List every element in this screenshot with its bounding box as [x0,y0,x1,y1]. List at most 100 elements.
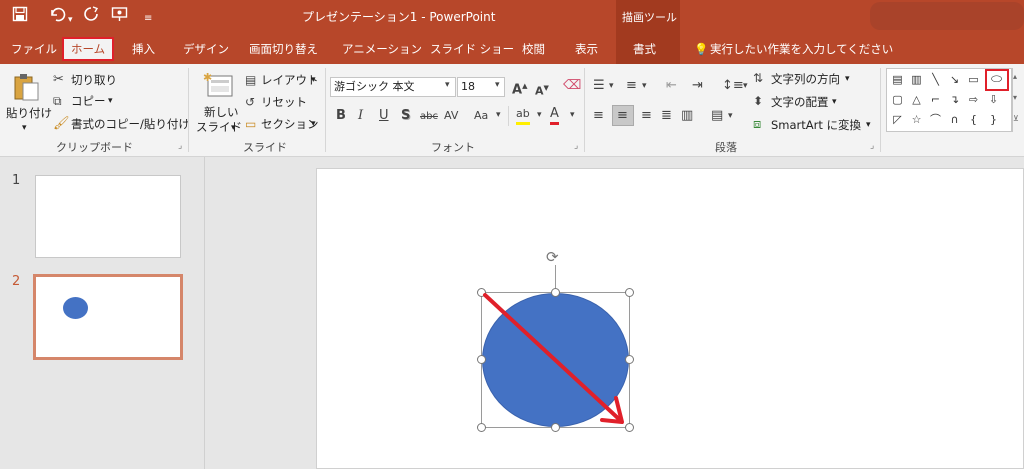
underline-icon[interactable]: U [379,108,389,124]
tab-slideshow[interactable]: スライド ショー [430,41,514,57]
tab-transitions[interactable]: 画面切り替え [249,41,318,57]
star-shape-icon[interactable]: ☆ [908,111,925,128]
rotate-handle-icon[interactable]: ⟳ [546,248,559,266]
justify-icon[interactable]: ≣ [661,108,672,124]
line-spacing-icon[interactable]: ↕≡ [722,78,744,94]
copy-dropdown-icon[interactable]: ▾ [108,93,113,109]
customize-quick-access-icon[interactable]: ≡ [144,9,152,29]
text-direction-dropdown-icon[interactable]: ▾ [845,71,850,87]
numbering-icon[interactable]: ≡ [626,78,637,94]
flowchart-shape-icon[interactable]: ◸ [889,111,906,128]
line-spacing-dropdown-icon[interactable]: ▾ [743,81,748,91]
section-dropdown-icon[interactable]: ▾ [311,116,316,132]
align-text-dropdown-icon[interactable]: ▾ [832,94,837,110]
right-brace-shape-icon[interactable]: } [985,111,1002,128]
decrease-font-icon[interactable]: A▼ [535,80,549,100]
bullets-dropdown-icon[interactable]: ▾ [609,81,614,91]
align-right-icon[interactable]: ≡ [641,108,652,124]
slide[interactable] [316,168,1024,469]
strikethrough-icon[interactable]: abc [420,109,438,125]
undo-dropdown-icon[interactable]: ▾ [68,10,73,30]
columns-dropdown-icon[interactable]: ▾ [728,111,733,121]
tab-home[interactable]: ホーム [71,41,105,57]
triangle-shape-icon[interactable]: △ [908,91,925,108]
undo-icon[interactable] [48,6,66,27]
line-shape-icon[interactable]: ╲ [927,71,944,88]
bullets-icon[interactable]: ☰ [593,78,605,94]
highlight-icon[interactable]: ab [516,106,530,125]
arc-shape-icon[interactable]: ⌒ [927,111,944,128]
clipboard-launcher-icon[interactable]: ⌟ [178,141,182,151]
gallery-scroll-up-icon[interactable]: ▴ [1013,72,1017,81]
columns-icon[interactable]: ▤ [711,108,723,124]
smartart-dropdown-icon[interactable]: ▾ [866,117,871,133]
rectangle-shape-icon[interactable]: ▭ [965,71,982,88]
font-size-dropdown-icon[interactable]: ▾ [495,80,500,90]
oval-shape-icon[interactable]: ⬭ [988,71,1005,88]
tab-design[interactable]: デザイン [183,41,229,57]
tab-file[interactable]: ファイル [11,41,57,57]
font-name-dropdown-icon[interactable]: ▾ [445,80,450,90]
change-case-dropdown-icon[interactable]: ▾ [496,110,501,120]
bold-icon[interactable]: B [336,108,346,124]
shadow-icon[interactable]: S [401,108,410,124]
copy-button[interactable]: コピー [71,93,106,109]
tell-me-box[interactable]: 実行したい作業を入力してください [710,41,893,57]
font-color-icon[interactable]: A [550,106,559,125]
down-arrow-shape-icon[interactable]: ⇩ [985,91,1002,108]
reset-button[interactable]: リセット [261,94,307,110]
paragraph-launcher-icon[interactable]: ⌟ [870,141,874,151]
vertical-text-box-shape-icon[interactable]: ▥ [908,71,925,88]
save-icon[interactable] [12,6,28,27]
elbow-connector-shape-icon[interactable]: ⌐ [927,91,944,108]
numbering-dropdown-icon[interactable]: ▾ [642,81,647,91]
gallery-more-icon[interactable]: ⊻ [1013,114,1019,123]
font-name-combo[interactable]: 游ゴシック 本文 [330,77,456,97]
gallery-scroll-down-icon[interactable]: ▾ [1013,93,1017,102]
elbow-arrow-shape-icon[interactable]: ↴ [946,91,963,108]
tab-insert[interactable]: 挿入 [132,41,155,57]
section-button[interactable]: セクション [261,116,319,132]
slide-thumbnail-2-selected[interactable] [33,274,183,360]
paste-button[interactable]: 貼り付け [6,105,52,121]
italic-icon[interactable]: I [358,108,363,124]
tab-animations[interactable]: アニメーション [342,41,422,57]
text-box-shape-icon[interactable]: ▤ [889,71,906,88]
text-direction-button[interactable]: 文字列の方向 [771,71,840,87]
distributed-icon[interactable]: ▥ [681,108,693,124]
right-arrow-shape-icon[interactable]: ⇨ [965,91,982,108]
tab-review[interactable]: 校閲 [522,41,545,57]
align-left-icon[interactable]: ≡ [593,108,604,124]
change-case-icon[interactable]: Aa [474,108,488,124]
highlight-dropdown-icon[interactable]: ▾ [537,110,542,120]
rounded-rectangle-shape-icon[interactable]: ▢ [889,91,906,108]
clear-formatting-icon[interactable]: ⌫ [563,78,581,94]
arrow-line-shape-icon[interactable]: ↘ [946,71,963,88]
font-launcher-icon[interactable]: ⌟ [574,141,578,151]
convert-to-smartart-button[interactable]: SmartArt に変換 [771,117,861,133]
scissors-icon: ✂ [53,72,64,87]
align-center-icon[interactable]: ≡ [617,108,628,124]
left-brace-shape-icon[interactable]: { [965,111,982,128]
new-slide-icon[interactable]: ✱ [201,70,235,100]
layout-dropdown-icon[interactable]: ▾ [311,72,316,88]
paste-icon[interactable] [12,72,40,102]
cut-button[interactable]: 切り取り [71,72,117,88]
decrease-indent-icon[interactable]: ⇤ [666,78,677,94]
format-painter-button[interactable]: 書式のコピー/貼り付け [71,116,190,132]
increase-indent-icon[interactable]: ⇥ [692,78,703,94]
redo-icon[interactable] [83,6,99,27]
tab-format[interactable]: 書式 [633,41,656,57]
slideshow-from-start-icon[interactable] [111,6,129,27]
character-spacing-icon[interactable]: AV [444,108,458,124]
curve-shape-icon[interactable]: ∩ [946,111,963,128]
tab-view[interactable]: 表示 [575,41,598,57]
paste-dropdown-icon[interactable]: ▾ [22,120,27,136]
new-slide-label-1[interactable]: 新しい [204,104,239,120]
layout-button[interactable]: レイアウト [261,72,319,88]
increase-font-icon[interactable]: A▲ [512,78,527,98]
font-color-dropdown-icon[interactable]: ▾ [570,110,575,120]
slide-thumbnail-1[interactable] [35,175,181,258]
new-slide-dropdown-icon[interactable]: ▾ [231,120,236,136]
align-text-button[interactable]: 文字の配置 [771,94,829,110]
